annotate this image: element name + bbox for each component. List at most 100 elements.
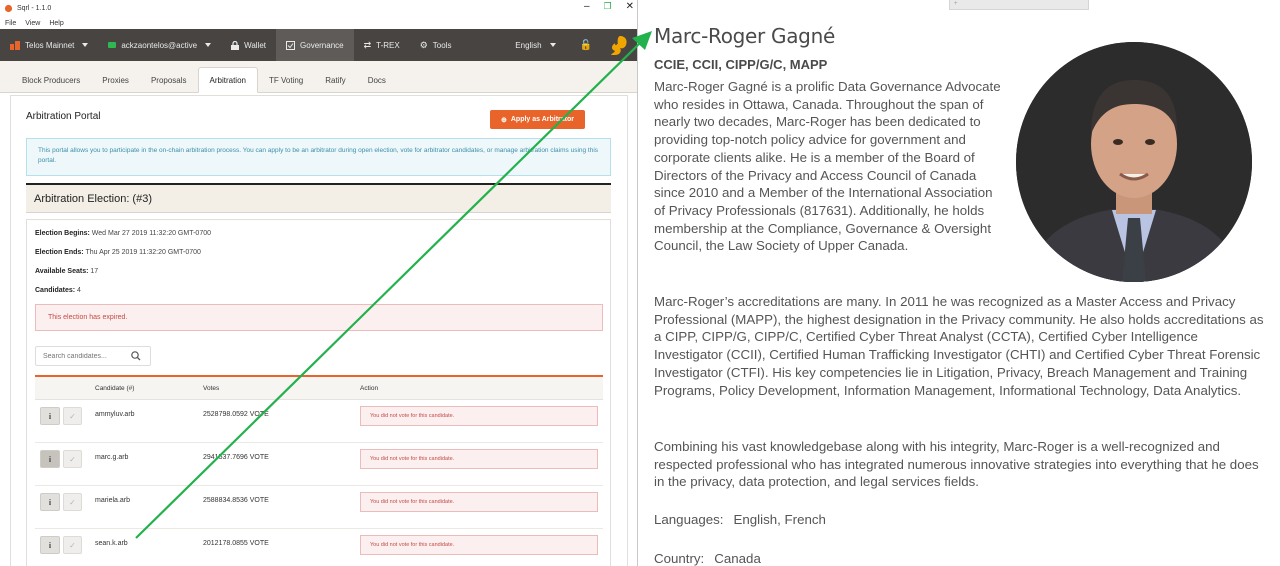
minimize-icon[interactable]: – — [584, 1, 590, 12]
header-action: Action — [360, 384, 379, 392]
check-square-icon — [286, 40, 296, 50]
portal-info-message: This portal allows you to participate in… — [26, 138, 611, 176]
sqrl-logo-icon — [611, 36, 627, 55]
candidate-portrait — [1016, 42, 1252, 282]
tab-docs[interactable]: Docs — [357, 67, 397, 93]
portrait-image — [1016, 42, 1252, 282]
nav-trex[interactable]: ⇄ T-REX — [354, 29, 410, 61]
vote-check-button[interactable]: ✓ — [63, 493, 82, 511]
bio-paragraph: Marc-Roger’s accreditations are many. In… — [654, 294, 1264, 398]
languages-label: Languages: — [654, 512, 724, 527]
nav-governance[interactable]: Governance — [276, 29, 354, 61]
nav-tools-label: Tools — [432, 40, 452, 50]
menu-help[interactable]: Help — [49, 20, 63, 27]
table-row: i ✓ sean.k.arb 2012178.0855 VOTE You did… — [35, 529, 603, 566]
language-label: English — [515, 40, 542, 50]
seats-value: 17 — [90, 268, 99, 275]
apply-as-arbitrator-button[interactable]: ⊕ Apply as Arbitrator — [490, 110, 585, 129]
election-ends: Election Ends: Thu Apr 25 2019 11:32:20 … — [35, 249, 201, 256]
chevron-down-icon — [82, 43, 89, 47]
vote-status-alert: You did not vote for this candidate. — [360, 406, 598, 426]
candidates-table: Candidate (#) Votes Action i ✓ ammyluv.a… — [35, 375, 603, 566]
bio-paragraph: Marc-Roger Gagné is a prolific Data Gove… — [654, 79, 1001, 254]
nav-right-group: English 🔓 — [505, 29, 637, 61]
table-row: i ✓ ammyluv.arb 2528798.0592 VOTE You di… — [35, 400, 603, 443]
nav-trex-label: T-REX — [376, 40, 400, 50]
election-ends-label: Election Ends: — [35, 249, 84, 256]
country-label: Country: — [654, 551, 705, 566]
header-votes: Votes — [203, 384, 220, 392]
menu-bar: File View Help — [0, 17, 637, 29]
candidate-info-button[interactable]: i — [40, 407, 60, 425]
vote-check-button[interactable]: ✓ — [63, 450, 82, 468]
main-navbar: Telos Mainnet ackzaontelos@active Wallet… — [0, 29, 637, 61]
account-dropdown[interactable]: ackzaontelos@active — [98, 29, 221, 61]
network-dropdown[interactable]: Telos Mainnet — [0, 29, 98, 61]
candidates-value: 4 — [77, 287, 81, 294]
country-value: Canada — [714, 551, 761, 566]
menu-file[interactable]: File — [5, 20, 16, 27]
nav-wallet-label: Wallet — [244, 40, 267, 50]
candidate-name: ammyluv.arb — [95, 411, 135, 418]
network-label: Telos Mainnet — [25, 40, 75, 50]
vote-status-alert: You did not vote for this candidate. — [360, 535, 598, 555]
bio-languages: Languages: English, French — [654, 512, 826, 527]
bio-paragraph: Combining his vast knowledgebase along w… — [654, 439, 1259, 490]
bio-credentials: CCIE, CCII, CIPP/G/C, MAPP — [654, 57, 828, 72]
election-begins-value: Wed Mar 27 2019 11:32:20 GMT-0700 — [91, 230, 211, 237]
vote-check-button[interactable]: ✓ — [63, 536, 82, 554]
candidate-name: sean.k.arb — [95, 540, 128, 547]
candidate-info-button[interactable]: i — [40, 493, 60, 511]
close-icon[interactable]: ✕ — [626, 1, 634, 12]
candidate-count: Candidates: 4 — [35, 287, 81, 294]
election-heading: Arbitration Election: (#3) — [26, 183, 611, 213]
chevron-down-icon — [549, 43, 556, 47]
election-details: Election Begins: Wed Mar 27 2019 11:32:2… — [26, 219, 611, 566]
window-titlebar: Sqrl - 1.1.0 – ❐ ✕ — [0, 0, 637, 17]
wallet-status-icon — [108, 42, 117, 48]
election-begins-label: Election Begins: — [35, 230, 90, 237]
page-title: Arbitration Portal — [26, 111, 101, 122]
maximize-icon[interactable]: ❐ — [604, 1, 612, 12]
menu-view[interactable]: View — [25, 20, 40, 27]
candidate-name: marc.g.arb — [95, 454, 129, 461]
election-ends-value: Thu Apr 25 2019 11:32:20 GMT-0700 — [85, 249, 201, 256]
network-icon — [10, 40, 20, 50]
election-begins: Election Begins: Wed Mar 27 2019 11:32:2… — [35, 230, 211, 237]
search-input[interactable] — [36, 352, 130, 360]
vote-status-alert: You did not vote for this candidate. — [360, 492, 598, 512]
vote-check-button[interactable]: ✓ — [63, 407, 82, 425]
candidate-votes: 2528798.0592 VOTE — [203, 411, 269, 418]
arbitration-panel: Arbitration Portal ⊕ Apply as Arbitrator… — [10, 95, 628, 566]
tab-tf-voting[interactable]: TF Voting — [258, 67, 314, 93]
tab-proxies[interactable]: Proxies — [91, 67, 140, 93]
search-icon[interactable] — [130, 350, 142, 362]
header-candidate: Candidate (#) — [95, 384, 135, 392]
sqrl-app-icon — [4, 4, 13, 13]
apply-button-label: Apply as Arbitrator — [510, 116, 574, 123]
candidate-info-button[interactable]: i — [40, 450, 60, 468]
election-expired-alert: This election has expired. — [35, 304, 603, 331]
tab-ratify[interactable]: Ratify — [314, 67, 356, 93]
tab-arbitration[interactable]: Arbitration — [197, 67, 258, 93]
chevron-down-icon — [205, 43, 212, 47]
candidate-votes: 2941537.7696 VOTE — [203, 454, 269, 461]
nav-tools[interactable]: ⚙ Tools — [410, 29, 462, 61]
bio-name: Marc-Roger Gagné — [654, 24, 835, 48]
languages-value: English, French — [733, 512, 826, 527]
window-controls: – ❐ ✕ — [584, 1, 634, 12]
available-seats: Available Seats: 17 — [35, 268, 98, 275]
vote-status-alert: You did not vote for this candidate. — [360, 449, 598, 469]
governance-tabs: Block Producers Proxies Proposals Arbitr… — [0, 61, 637, 93]
tab-proposals[interactable]: Proposals — [140, 67, 198, 93]
language-dropdown[interactable]: English — [505, 29, 565, 61]
unlock-icon[interactable]: 🔓 — [566, 40, 606, 51]
plus-circle-icon: ⊕ — [500, 116, 507, 124]
candidates-label: Candidates: — [35, 287, 76, 294]
candidate-info-button[interactable]: i — [40, 536, 60, 554]
nav-wallet[interactable]: Wallet — [221, 29, 276, 61]
candidate-search — [35, 346, 151, 366]
table-row: i ✓ marc.g.arb 2941537.7696 VOTE You did… — [35, 443, 603, 486]
seats-label: Available Seats: — [35, 268, 89, 275]
tab-block-producers[interactable]: Block Producers — [11, 67, 91, 93]
